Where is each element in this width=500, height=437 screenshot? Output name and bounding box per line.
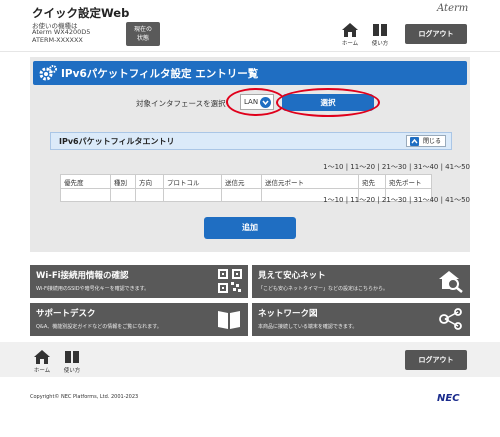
status-label-line1: 現在の [133,26,152,33]
collapse-button[interactable]: 閉じる [406,135,446,147]
status-label-line2: 状態 [136,35,149,42]
header: クイック設定Web お使いの機種は Aterm WX4200D5 ATERM-X… [0,0,500,52]
tile-title: ネットワーク図 [258,309,318,319]
tile-support-desk[interactable]: サポートデスク Q&A、機能別設定ガイドなどの情報をご覧になれます。 [30,303,248,336]
add-button[interactable]: 追加 [204,217,296,239]
footer-bar: ホーム 使い方 ログアウト [0,342,500,377]
entry-section-header: IPv6パケットフィルタエントリ 閉じる [50,132,452,150]
footer-help-button[interactable]: 使い方 [60,349,84,374]
tile-title: 見えて安心ネット [258,271,326,281]
home-label: ホーム [33,368,51,374]
chevron-up-icon [410,137,419,146]
footer-home-button[interactable]: ホーム [30,349,54,374]
help-label: 使い方 [371,41,389,47]
column-header: プロトコル [163,174,222,189]
tile-network-map[interactable]: ネットワーク図 本商品に接続している端末を確認できます。 [252,303,470,336]
help-book-icon [373,24,387,36]
entry-section-title: IPv6パケットフィルタエントリ [59,137,175,146]
logout-button[interactable]: ログアウト [405,24,467,44]
help-nav-button[interactable]: 使い方 [368,22,392,47]
book-icon [218,311,240,329]
gear-icon [39,65,57,81]
tile-desc: 「こども安心ネットタイマー」などの設定はこちらから。 [258,286,389,292]
pagination-bottom[interactable]: 1～10 | 11～20 | 21～30 | 31～40 | 41～50 [270,195,470,205]
tile-mieru-anshin[interactable]: 見えて安心ネット 「こども安心ネットタイマー」などの設定はこちらから。 [252,265,470,298]
copyright: Copyright© NEC Platforms, Ltd. 2001-2023 [30,394,139,400]
column-header: 宛先 [358,174,386,189]
tile-desc: Q&A、機能別設定ガイドなどの情報をご覧になれます。 [36,324,162,330]
tile-desc: 本商品に接続している端末を確認できます。 [258,324,358,330]
interface-label: 対象インタフェースを選択 [136,99,226,108]
network-graph-icon [439,308,462,330]
current-status-button[interactable]: 現在の 状態 [126,22,160,46]
qr-code-icon [218,269,242,293]
main-panel: IPv6パケットフィルタ設定 エントリー覧 対象インタフェースを選択 LAN 選… [30,57,470,252]
column-header: 送信元ポート [261,174,359,189]
tile-title: サポートデスク [36,309,96,319]
help-label: 使い方 [63,368,81,374]
app-title: クイック設定Web [32,6,130,20]
highlight-circle [276,88,380,117]
nec-logo: NEC [437,393,460,404]
home-nav-button[interactable]: ホーム [338,22,362,47]
home-label: ホーム [341,41,359,47]
tile-desc: Wi-Fi接続用のSSIDや暗号化キーを確認できます。 [36,286,150,292]
footer-logout-button[interactable]: ログアウト [405,350,467,370]
tile-wifi-info[interactable]: Wi-Fi接続用情報の確認 Wi-Fi接続用のSSIDや暗号化キーを確認できます… [30,265,248,298]
home-icon [34,350,50,364]
column-header: 方向 [135,174,164,189]
tile-title: Wi-Fi接続用情報の確認 [36,271,129,281]
column-header: 種別 [110,174,136,189]
column-header: 宛先ポート [385,174,432,189]
column-header: 優先度 [60,174,111,189]
close-label: 閉じる [423,138,442,145]
device-model: Aterm WX4200D5 [32,28,91,36]
pagination-top[interactable]: 1～10 | 11～20 | 21～30 | 31～40 | 41～50 [270,162,470,172]
column-header: 送信元 [221,174,262,189]
help-book-icon [65,351,79,363]
aterm-logo: Aterm [437,3,469,14]
page-title-bar: IPv6パケットフィルタ設定 エントリー覧 [33,61,467,85]
device-id: ATERM-XXXXXX [32,36,83,44]
page-title: IPv6パケットフィルタ設定 エントリー覧 [61,68,259,80]
home-icon [342,23,358,37]
house-magnifier-icon [439,271,463,293]
